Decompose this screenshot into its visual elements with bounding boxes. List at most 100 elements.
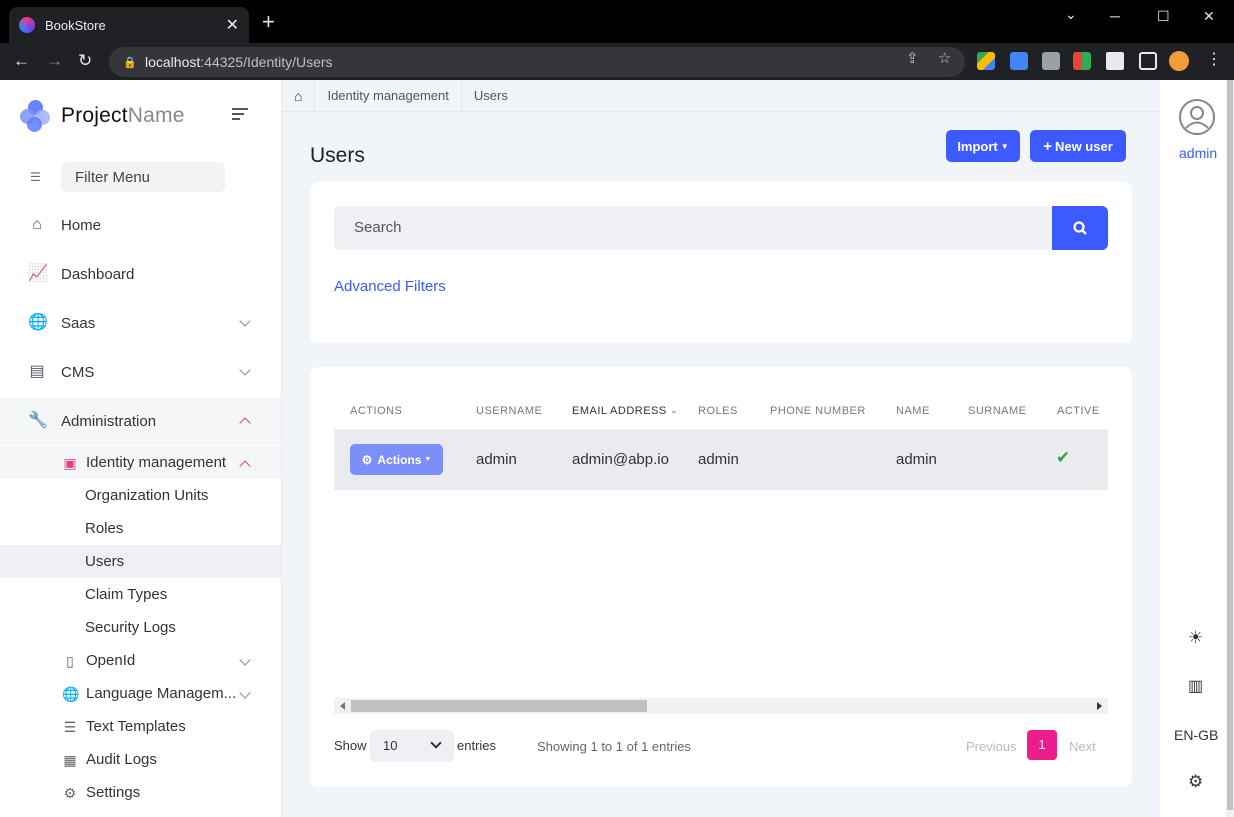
sidebar-item-security-logs[interactable]: Security Logs bbox=[0, 611, 281, 644]
scroll-right-icon[interactable] bbox=[1097, 702, 1102, 710]
column-header-actions[interactable]: ACTIONS bbox=[350, 405, 402, 417]
horizontal-scrollbar[interactable] bbox=[334, 698, 1108, 714]
sidebar-item-organization-units[interactable]: Organization Units bbox=[0, 479, 281, 512]
layout-columns-icon[interactable]: ▥ bbox=[1188, 676, 1203, 696]
sidebar-item-cms[interactable]: ▤ CMS bbox=[0, 348, 281, 396]
browser-title-bar: BookStore ✕ + ⌄ ─ ☐ ✕ bbox=[0, 0, 1234, 43]
filter-menu-input[interactable]: Filter Menu bbox=[61, 162, 225, 192]
drive-extension-icon[interactable] bbox=[977, 52, 995, 70]
show-label: Show bbox=[334, 738, 367, 753]
text-template-icon: ☰ bbox=[63, 718, 77, 735]
profile-avatar[interactable] bbox=[1169, 51, 1189, 71]
column-header-roles[interactable]: ROLES bbox=[698, 405, 738, 417]
id-card-icon: ▣ bbox=[63, 454, 77, 471]
openid-icon: ▯ bbox=[66, 652, 74, 669]
import-label: Import bbox=[957, 138, 998, 154]
translate-extension-icon[interactable] bbox=[1010, 52, 1028, 70]
sidebar-item-saas[interactable]: 🌐 Saas bbox=[0, 299, 281, 347]
sidebar-item-language-management[interactable]: 🌐 Language Managem... bbox=[0, 677, 281, 710]
reload-button[interactable]: ↻ bbox=[78, 51, 92, 71]
sidebar-item-label: Identity management bbox=[86, 454, 227, 471]
forward-button[interactable]: → bbox=[46, 51, 63, 71]
caret-down-icon: ▼ bbox=[424, 456, 432, 463]
cell-username: admin bbox=[476, 451, 517, 468]
cell-name: admin bbox=[896, 451, 937, 468]
column-header-username[interactable]: USERNAME bbox=[476, 405, 542, 417]
google-extension-icon[interactable] bbox=[1073, 52, 1091, 70]
actions-label: Actions bbox=[377, 452, 422, 467]
tab-title: BookStore bbox=[45, 17, 106, 33]
camera-extension-icon[interactable] bbox=[1042, 52, 1060, 70]
share-icon[interactable]: ⇪ bbox=[906, 49, 919, 67]
breadcrumb-item[interactable]: Identity management bbox=[315, 79, 462, 112]
column-header-surname[interactable]: SURNAME bbox=[968, 405, 1027, 417]
user-avatar[interactable] bbox=[1179, 99, 1215, 135]
sidebar-item-roles[interactable]: Roles bbox=[0, 512, 281, 545]
sidebar-item-settings[interactable]: ⚙ Settings bbox=[0, 776, 281, 809]
column-header-active[interactable]: ACTIVE bbox=[1057, 405, 1100, 417]
sidebar-item-identity-management[interactable]: ▣ Identity management bbox=[0, 446, 281, 479]
address-bar[interactable]: 🔒 localhost:44325/Identity/Users bbox=[109, 47, 965, 77]
favicon-icon bbox=[19, 17, 35, 33]
brand-name: ProjectName bbox=[61, 104, 185, 127]
next-button[interactable]: Next bbox=[1069, 739, 1096, 754]
sidebar-item-label: Saas bbox=[61, 314, 96, 332]
bookmark-star-icon[interactable]: ☆ bbox=[938, 49, 951, 67]
gear-icon: ⚙ bbox=[361, 452, 373, 467]
browser-menu-icon[interactable]: ⋮ bbox=[1206, 49, 1222, 69]
sidebar-item-label: Audit Logs bbox=[86, 751, 157, 768]
scroll-left-icon[interactable] bbox=[340, 702, 345, 710]
lock-icon: 🔒 bbox=[123, 57, 137, 69]
tab-search-icon[interactable]: ⌄ bbox=[1065, 6, 1077, 23]
sidebar-item-users[interactable]: Users bbox=[0, 545, 281, 578]
advanced-filters-link[interactable]: Advanced Filters bbox=[334, 278, 446, 295]
wrench-icon: 🔧 bbox=[28, 412, 48, 429]
filter-menu: ☰ Filter Menu bbox=[20, 162, 225, 192]
maximize-button[interactable]: ☐ bbox=[1157, 8, 1170, 25]
import-button[interactable]: Import ▼ bbox=[946, 130, 1020, 162]
search-icon bbox=[1073, 221, 1087, 235]
tab-close-icon[interactable]: ✕ bbox=[226, 15, 239, 35]
new-tab-button[interactable]: + bbox=[262, 11, 275, 33]
sidebar-item-label: Administration bbox=[61, 412, 157, 430]
sidebar-item-home[interactable]: ⌂ Home bbox=[0, 201, 281, 249]
search-input[interactable]: Search bbox=[334, 206, 1052, 250]
browser-tab[interactable]: BookStore ✕ bbox=[9, 7, 249, 43]
column-header-email[interactable]: EMAIL ADDRESS bbox=[572, 405, 667, 417]
sidebar-item-text-templates[interactable]: ☰ Text Templates bbox=[0, 710, 281, 743]
page-1-button[interactable]: 1 bbox=[1027, 730, 1057, 760]
previous-button[interactable]: Previous bbox=[966, 739, 1017, 754]
sidebar-item-label: CMS bbox=[61, 363, 95, 381]
puzzle-extensions-icon[interactable] bbox=[1106, 52, 1124, 70]
chart-icon: 📈 bbox=[28, 265, 48, 282]
user-name[interactable]: admin bbox=[1179, 145, 1217, 161]
theme-sun-icon[interactable]: ☀ bbox=[1188, 628, 1203, 648]
globe-icon: 🌐 bbox=[28, 314, 48, 331]
menu-toggle-icon[interactable] bbox=[232, 108, 248, 120]
brand-logo[interactable]: ProjectName bbox=[20, 100, 185, 132]
page-size-select[interactable]: 10 bbox=[370, 730, 454, 762]
sidebar-item-audit-logs[interactable]: ▦ Audit Logs bbox=[0, 743, 281, 776]
sidebar-item-claim-types[interactable]: Claim Types bbox=[0, 578, 281, 611]
vertical-scrollbar-thumb[interactable] bbox=[1227, 80, 1233, 810]
search-button[interactable] bbox=[1052, 206, 1108, 250]
sidebar-item-dashboard[interactable]: 📈 Dashboard bbox=[0, 250, 281, 298]
active-check-icon: ✔ bbox=[1056, 448, 1071, 467]
side-panel-icon[interactable] bbox=[1139, 52, 1157, 70]
entries-label: entries bbox=[457, 738, 497, 753]
language-selector[interactable]: EN-GB bbox=[1174, 727, 1218, 743]
back-button[interactable]: ← bbox=[13, 51, 30, 71]
row-actions-button[interactable]: ⚙ Actions ▼ bbox=[350, 444, 443, 475]
scrollbar-thumb[interactable] bbox=[351, 700, 647, 712]
home-icon[interactable]: ⌂ bbox=[282, 79, 316, 112]
sidebar-item-openid[interactable]: ▯ OpenId bbox=[0, 644, 281, 677]
column-header-name[interactable]: NAME bbox=[896, 405, 930, 417]
settings-gear-icon[interactable]: ⚙ bbox=[1188, 772, 1203, 792]
window-close-button[interactable]: ✕ bbox=[1203, 8, 1215, 25]
column-header-phone[interactable]: PHONE NUMBER bbox=[770, 405, 866, 417]
minimize-button[interactable]: ─ bbox=[1110, 8, 1120, 24]
page-title: Users bbox=[310, 144, 365, 167]
sidebar-item-administration[interactable]: 🔧 Administration bbox=[0, 397, 281, 445]
chevron-up-icon bbox=[239, 460, 251, 472]
new-user-button[interactable]: + New user bbox=[1030, 130, 1126, 162]
